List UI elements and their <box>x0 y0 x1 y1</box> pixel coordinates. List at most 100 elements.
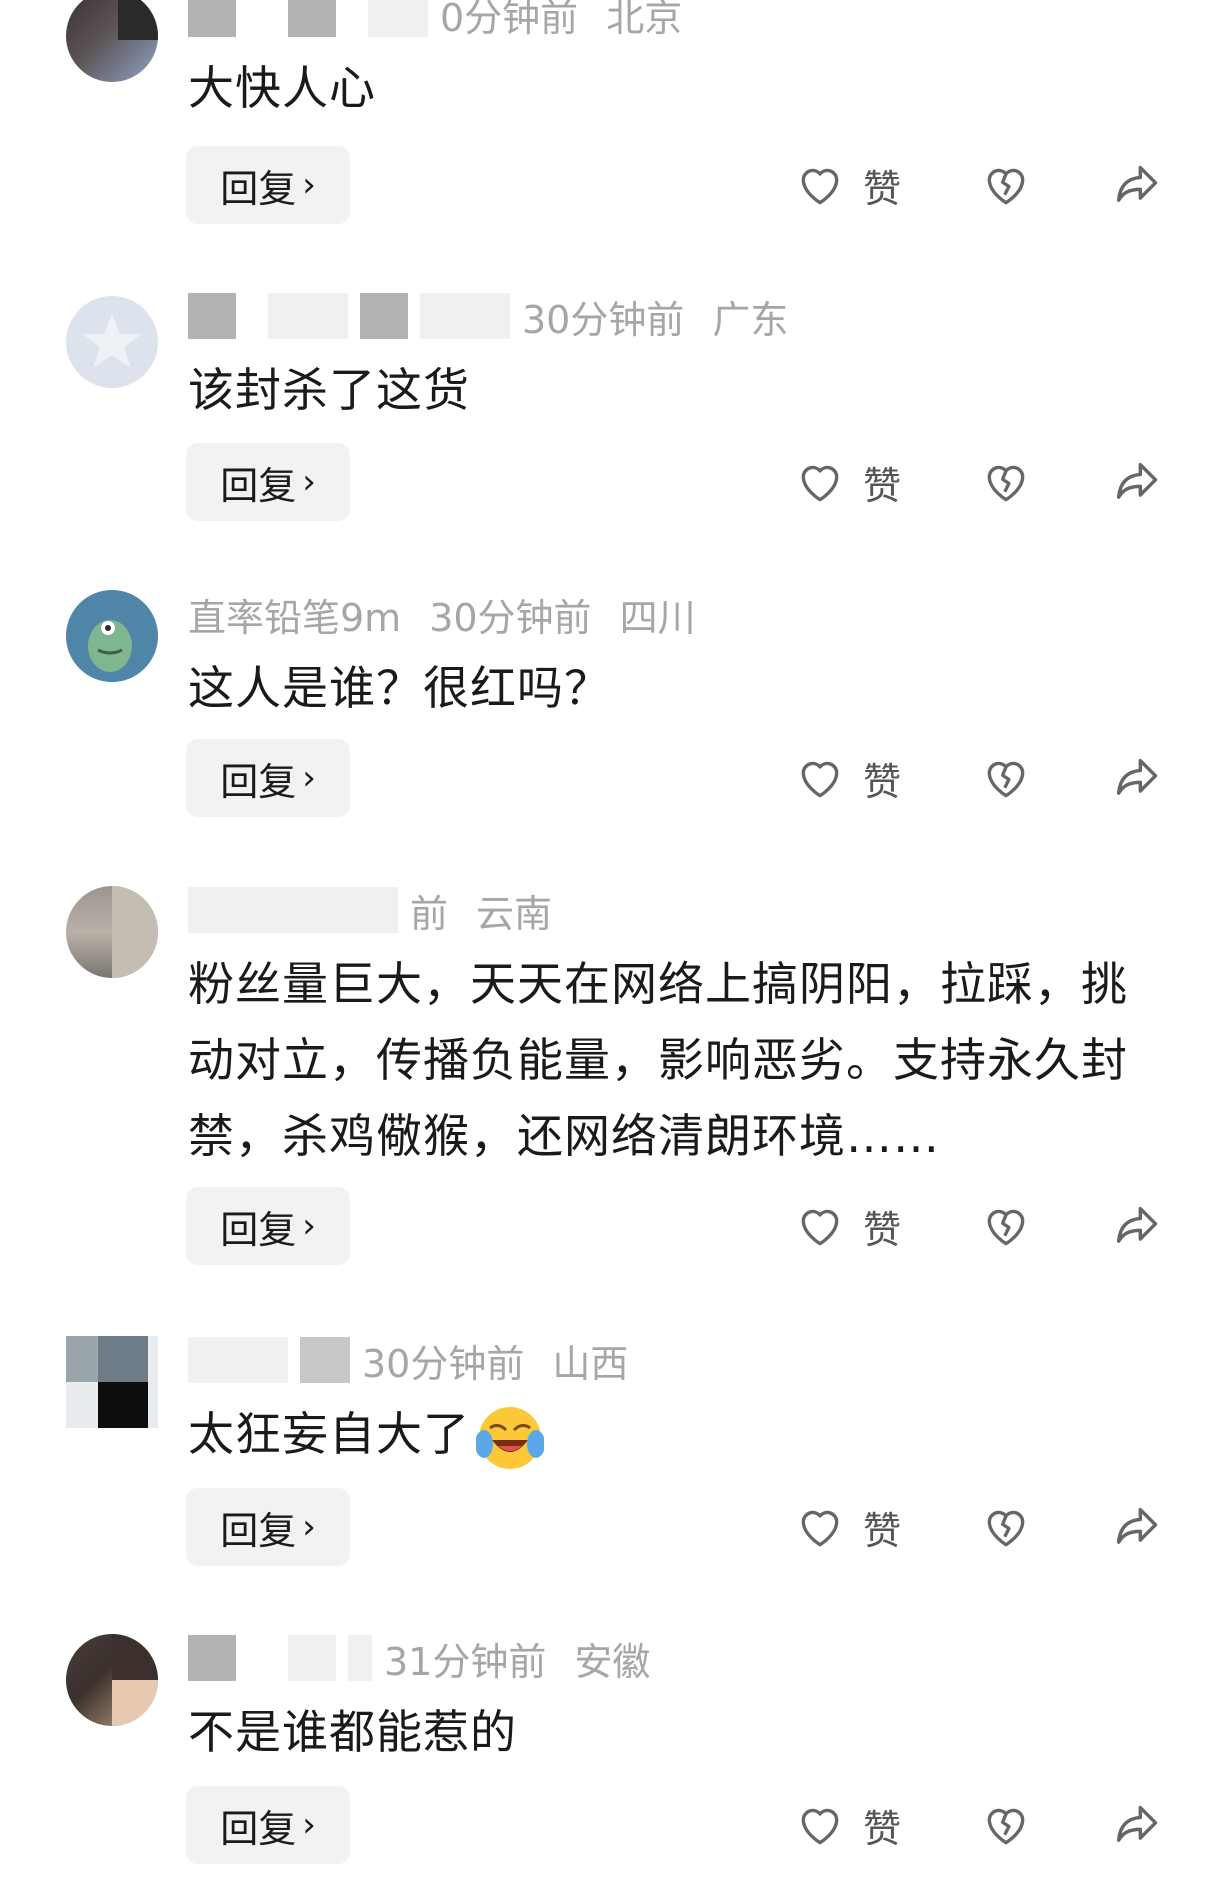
redacted-username <box>348 1635 372 1681</box>
dislike-button[interactable] <box>981 1187 1031 1265</box>
chevron-right-icon: › <box>302 1507 316 1547</box>
dislike-button[interactable] <box>981 146 1031 224</box>
comment-meta: 31分钟前 安徽 <box>188 1634 650 1684</box>
broken-heart-icon <box>987 761 1025 798</box>
comment-text: 该封杀了这货 <box>188 363 470 417</box>
comment-location: 北京 <box>606 0 683 40</box>
like-button[interactable]: 赞 <box>795 1488 901 1566</box>
comment-actions: 赞 <box>795 1488 1175 1566</box>
comment-actions: 赞 <box>795 146 1175 224</box>
comment-location: 山西 <box>552 1341 629 1386</box>
comment-meta: 30分钟前 山西 <box>188 1336 628 1386</box>
chevron-right-icon: › <box>302 1206 316 1246</box>
share-arrow-icon <box>1116 165 1158 202</box>
avatar[interactable] <box>66 296 158 388</box>
like-label: 赞 <box>863 1207 902 1252</box>
share-arrow-icon <box>1116 1507 1158 1544</box>
comment-text-content: 太狂妄自大了 <box>188 1407 470 1461</box>
share-arrow-icon <box>1116 758 1158 795</box>
comment-text: 太狂妄自大了 <box>188 1396 1168 1472</box>
comment-text: 不是谁都能惹的 <box>188 1705 517 1759</box>
chevron-right-icon: › <box>302 165 316 205</box>
avatar[interactable] <box>66 886 158 978</box>
reply-label: 回复 <box>220 1508 297 1553</box>
comment-location: 广东 <box>712 297 789 342</box>
redacted-username <box>188 887 398 933</box>
comment-meta: 0分钟前 北京 <box>188 0 682 40</box>
dislike-button[interactable] <box>981 1488 1031 1566</box>
like-label: 赞 <box>863 1508 902 1553</box>
redacted-username <box>300 1337 350 1383</box>
dislike-button[interactable] <box>981 443 1031 521</box>
username[interactable]: 直率铅笔9m <box>188 587 401 642</box>
broken-heart-icon <box>987 465 1025 502</box>
reply-button[interactable]: 回复 › <box>186 739 350 817</box>
redacted-username <box>420 293 510 339</box>
share-arrow-icon <box>1116 1206 1158 1243</box>
reply-button[interactable]: 回复 › <box>186 443 350 521</box>
comment-time: 前 <box>410 891 449 936</box>
comment-meta: 前 云南 <box>188 886 552 936</box>
share-button[interactable] <box>1110 1187 1162 1265</box>
share-button[interactable] <box>1110 146 1162 224</box>
comment-location: 安徽 <box>574 1639 651 1684</box>
default-avatar-star <box>82 314 142 368</box>
avatar[interactable] <box>66 1634 158 1726</box>
share-button[interactable] <box>1110 1488 1162 1566</box>
share-button[interactable] <box>1110 739 1162 817</box>
comment-actions: 赞 <box>795 443 1175 521</box>
avatar[interactable] <box>66 590 158 682</box>
share-arrow-icon <box>1116 1805 1158 1842</box>
heart-icon <box>801 761 839 798</box>
comment-text: 大快人心 <box>188 61 376 115</box>
like-button[interactable]: 赞 <box>795 1786 901 1864</box>
redacted-username <box>188 293 236 339</box>
like-button[interactable]: 赞 <box>795 739 901 817</box>
comment-time: 0分钟前 <box>440 0 579 40</box>
comment-location: 四川 <box>619 595 696 640</box>
avatar[interactable] <box>66 1336 158 1428</box>
comment-text: 这人是谁？很红吗？ <box>188 661 611 715</box>
comment-time: 31分钟前 <box>384 1639 547 1684</box>
reply-label: 回复 <box>220 463 297 508</box>
reply-label: 回复 <box>220 1806 297 1851</box>
dislike-button[interactable] <box>981 739 1031 817</box>
chevron-right-icon: › <box>302 758 316 798</box>
like-label: 赞 <box>863 759 902 804</box>
broken-heart-icon <box>987 1209 1025 1246</box>
like-button[interactable]: 赞 <box>795 1187 901 1265</box>
redacted-username <box>188 1635 236 1681</box>
comment-text: 粉丝量巨大，天天在网络上搞阴阳，拉踩，挑动对立，传播负能量，影响恶劣。支持永久封… <box>188 957 1128 1163</box>
comment-meta: 直率铅笔9m 30分钟前 四川 <box>188 590 696 640</box>
redacted-username <box>288 1635 336 1681</box>
heart-icon <box>801 1209 839 1246</box>
reply-button[interactable]: 回复 › <box>186 1488 350 1566</box>
heart-icon <box>801 168 839 205</box>
like-button[interactable]: 赞 <box>795 443 901 521</box>
like-label: 赞 <box>863 463 902 508</box>
chevron-right-icon: › <box>302 1805 316 1845</box>
reply-button[interactable]: 回复 › <box>186 146 350 224</box>
share-button[interactable] <box>1110 443 1162 521</box>
dislike-button[interactable] <box>981 1786 1031 1864</box>
reply-label: 回复 <box>220 759 297 804</box>
avatar[interactable] <box>66 0 158 82</box>
reply-button[interactable]: 回复 › <box>186 1187 350 1265</box>
comment-actions: 赞 <box>795 739 1175 817</box>
heart-icon <box>801 1808 839 1845</box>
laughing-crying-emoji-icon <box>476 1406 544 1469</box>
comment-actions: 赞 <box>795 1786 1175 1864</box>
comment-time: 30分钟前 <box>429 595 592 640</box>
like-button[interactable]: 赞 <box>795 146 901 224</box>
heart-icon <box>801 1510 839 1547</box>
reply-label: 回复 <box>220 1207 297 1252</box>
like-label: 赞 <box>863 166 902 211</box>
comment-meta: 30分钟前 广东 <box>188 292 788 342</box>
comment-time: 30分钟前 <box>522 297 685 342</box>
comment-actions: 赞 <box>795 1187 1175 1265</box>
redacted-username <box>188 0 236 37</box>
share-button[interactable] <box>1110 1786 1162 1864</box>
chevron-right-icon: › <box>302 462 316 502</box>
heart-icon <box>801 465 839 502</box>
reply-button[interactable]: 回复 › <box>186 1786 350 1864</box>
